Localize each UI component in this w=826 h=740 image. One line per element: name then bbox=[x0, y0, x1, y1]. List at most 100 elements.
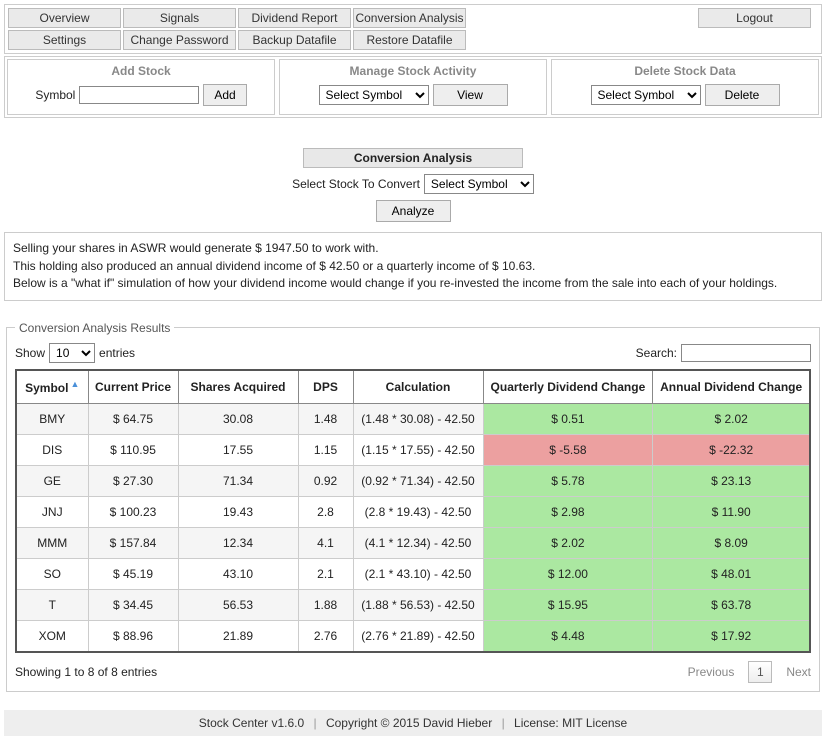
convert-select[interactable]: Select Symbol bbox=[424, 174, 534, 194]
cell-price: $ 88.96 bbox=[88, 620, 178, 652]
delete-button[interactable]: Delete bbox=[705, 84, 780, 106]
cell-dps: 2.76 bbox=[298, 620, 353, 652]
cell-symbol: JNJ bbox=[16, 496, 88, 527]
cell-quarterly: $ 5.78 bbox=[483, 465, 653, 496]
cell-dps: 1.15 bbox=[298, 434, 353, 465]
cell-price: $ 27.30 bbox=[88, 465, 178, 496]
app-version: Stock Center v1.6.0 bbox=[199, 716, 304, 730]
cell-symbol: BMY bbox=[16, 403, 88, 434]
menu-overview[interactable]: Overview bbox=[8, 8, 121, 28]
footer: Stock Center v1.6.0 | Copyright © 2015 D… bbox=[4, 710, 822, 736]
pager: Previous 1 Next bbox=[688, 661, 811, 683]
cell-price: $ 64.75 bbox=[88, 403, 178, 434]
cell-symbol: GE bbox=[16, 465, 88, 496]
menu-spacer bbox=[468, 8, 581, 28]
search-input[interactable] bbox=[681, 344, 811, 362]
symbol-input[interactable] bbox=[79, 86, 199, 104]
manage-title: Manage Stock Activity bbox=[350, 64, 477, 78]
table-row: T$ 34.4556.531.88(1.88 * 56.53) - 42.50$… bbox=[16, 589, 810, 620]
cell-shares: 21.89 bbox=[178, 620, 298, 652]
search-label: Search: bbox=[636, 346, 677, 360]
prev-page[interactable]: Previous bbox=[688, 665, 735, 679]
col-current-price[interactable]: Current Price bbox=[88, 370, 178, 404]
cell-quarterly: $ 2.98 bbox=[483, 496, 653, 527]
cell-price: $ 45.19 bbox=[88, 558, 178, 589]
menu-signals[interactable]: Signals bbox=[123, 8, 236, 28]
add-stock-panel: Add Stock Symbol Add bbox=[7, 59, 275, 115]
cell-calc: (1.88 * 56.53) - 42.50 bbox=[353, 589, 483, 620]
cell-price: $ 100.23 bbox=[88, 496, 178, 527]
stock-panels: Add Stock Symbol Add Manage Stock Activi… bbox=[4, 56, 822, 118]
cell-annual: $ 8.09 bbox=[653, 527, 810, 558]
page-1[interactable]: 1 bbox=[748, 661, 772, 683]
menu-logout[interactable]: Logout bbox=[698, 8, 811, 28]
page-size-select[interactable]: 10 bbox=[49, 343, 95, 363]
table-row: JNJ$ 100.2319.432.8(2.8 * 19.43) - 42.50… bbox=[16, 496, 810, 527]
info-message: Selling your shares in ASWR would genera… bbox=[4, 232, 822, 301]
results-legend: Conversion Analysis Results bbox=[15, 321, 174, 335]
table-row: XOM$ 88.9621.892.76(2.76 * 21.89) - 42.5… bbox=[16, 620, 810, 652]
entries-label: entries bbox=[99, 346, 135, 360]
symbol-label: Symbol bbox=[35, 88, 75, 102]
msg-line-2: This holding also produced an annual div… bbox=[13, 259, 813, 275]
cell-quarterly: $ 15.95 bbox=[483, 589, 653, 620]
cell-calc: (4.1 * 12.34) - 42.50 bbox=[353, 527, 483, 558]
delete-select[interactable]: Select Symbol bbox=[591, 85, 701, 105]
show-label: Show bbox=[15, 346, 45, 360]
menu-backup-datafile[interactable]: Backup Datafile bbox=[238, 30, 351, 50]
entries-info: Showing 1 to 8 of 8 entries bbox=[15, 665, 157, 679]
col-quarterly-change[interactable]: Quarterly Dividend Change bbox=[483, 370, 653, 404]
col-calculation[interactable]: Calculation bbox=[353, 370, 483, 404]
manage-select[interactable]: Select Symbol bbox=[319, 85, 429, 105]
view-button[interactable]: View bbox=[433, 84, 508, 106]
cell-quarterly: $ -5.58 bbox=[483, 434, 653, 465]
cell-dps: 2.1 bbox=[298, 558, 353, 589]
results-table: Symbol Current Price Shares Acquired DPS… bbox=[15, 369, 811, 653]
cell-calc: (1.48 * 30.08) - 42.50 bbox=[353, 403, 483, 434]
cell-calc: (2.1 * 43.10) - 42.50 bbox=[353, 558, 483, 589]
cell-price: $ 34.45 bbox=[88, 589, 178, 620]
col-symbol[interactable]: Symbol bbox=[16, 370, 88, 404]
col-annual-change[interactable]: Annual Dividend Change bbox=[653, 370, 810, 404]
menu-dividend-report[interactable]: Dividend Report bbox=[238, 8, 351, 28]
conversion-block: Conversion Analysis Select Stock To Conv… bbox=[4, 148, 822, 222]
cell-symbol: XOM bbox=[16, 620, 88, 652]
table-row: DIS$ 110.9517.551.15(1.15 * 17.55) - 42.… bbox=[16, 434, 810, 465]
cell-shares: 19.43 bbox=[178, 496, 298, 527]
table-row: BMY$ 64.7530.081.48(1.48 * 30.08) - 42.5… bbox=[16, 403, 810, 434]
table-row: GE$ 27.3071.340.92(0.92 * 71.34) - 42.50… bbox=[16, 465, 810, 496]
cell-quarterly: $ 2.02 bbox=[483, 527, 653, 558]
menu-change-password[interactable]: Change Password bbox=[123, 30, 236, 50]
conversion-title: Conversion Analysis bbox=[303, 148, 523, 168]
cell-symbol: SO bbox=[16, 558, 88, 589]
next-page[interactable]: Next bbox=[786, 665, 811, 679]
table-row: SO$ 45.1943.102.1(2.1 * 43.10) - 42.50 $ … bbox=[16, 558, 810, 589]
col-dps[interactable]: DPS bbox=[298, 370, 353, 404]
cell-shares: 43.10 bbox=[178, 558, 298, 589]
copyright: Copyright © 2015 David Hieber bbox=[326, 716, 492, 730]
cell-symbol: MMM bbox=[16, 527, 88, 558]
cell-annual: $ 11.90 bbox=[653, 496, 810, 527]
msg-line-3: Below is a "what if" simulation of how y… bbox=[13, 276, 813, 292]
cell-annual: $ 17.92 bbox=[653, 620, 810, 652]
analyze-button[interactable]: Analyze bbox=[376, 200, 451, 222]
cell-annual: $ 63.78 bbox=[653, 589, 810, 620]
cell-annual: $ 48.01 bbox=[653, 558, 810, 589]
cell-price: $ 157.84 bbox=[88, 527, 178, 558]
col-shares-acquired[interactable]: Shares Acquired bbox=[178, 370, 298, 404]
cell-annual: $ -22.32 bbox=[653, 434, 810, 465]
license: License: MIT License bbox=[514, 716, 627, 730]
add-button[interactable]: Add bbox=[203, 84, 246, 106]
cell-shares: 56.53 bbox=[178, 589, 298, 620]
menu-spacer bbox=[583, 8, 696, 28]
cell-shares: 12.34 bbox=[178, 527, 298, 558]
cell-shares: 30.08 bbox=[178, 403, 298, 434]
cell-calc: (0.92 * 71.34) - 42.50 bbox=[353, 465, 483, 496]
cell-annual: $ 2.02 bbox=[653, 403, 810, 434]
menu-settings[interactable]: Settings bbox=[8, 30, 121, 50]
cell-dps: 1.88 bbox=[298, 589, 353, 620]
cell-quarterly: $ 0.51 bbox=[483, 403, 653, 434]
menu-restore-datafile[interactable]: Restore Datafile bbox=[353, 30, 466, 50]
delete-title: Delete Stock Data bbox=[634, 64, 735, 78]
menu-conversion-analysis[interactable]: Conversion Analysis bbox=[353, 8, 466, 28]
